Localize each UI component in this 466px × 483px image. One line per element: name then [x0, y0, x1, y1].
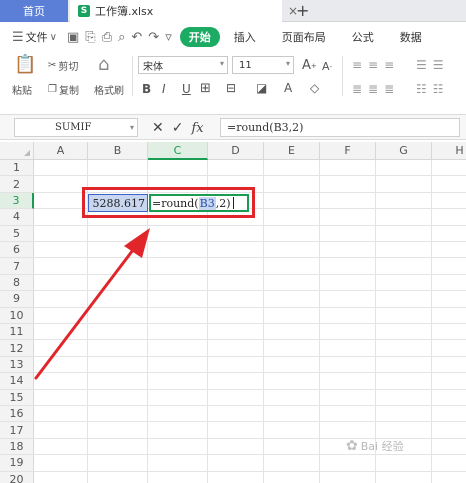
baidu-paw-icon: ✿: [346, 438, 358, 454]
watermark-text: Bai 经验: [360, 440, 404, 453]
annotation-arrow: [34, 228, 150, 380]
watermark: ✿ Bai 经验: [346, 438, 404, 454]
